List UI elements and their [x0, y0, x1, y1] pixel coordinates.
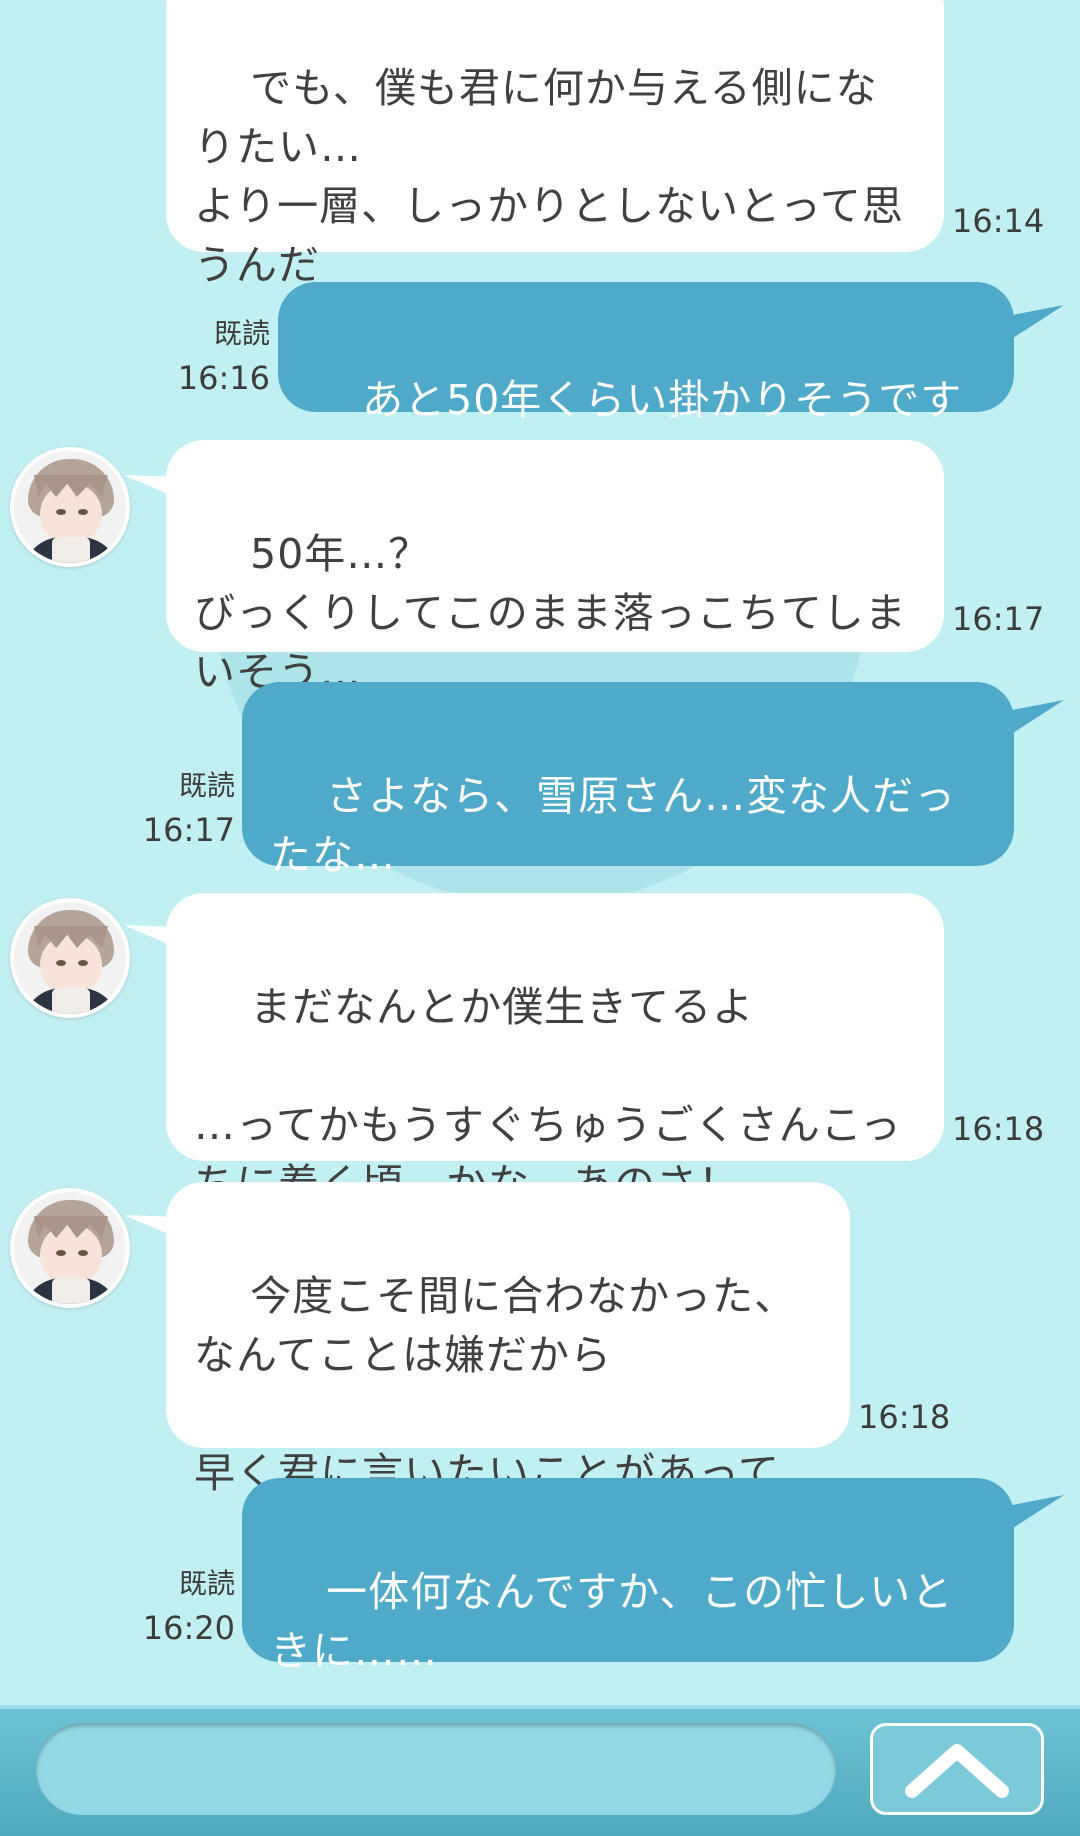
outgoing-message-bubble: さよなら、雪原さん…変な人だったな… [242, 682, 1014, 879]
message-time: 16:18 [952, 1110, 1045, 1148]
read-receipt: 既読 16:17 [135, 764, 235, 852]
message-input-bar [0, 1705, 1080, 1836]
chat-message-list[interactable]: でも、僕も君に何か与える側になりたい… より一層、しっかりとしないとって思うんだ… [0, 0, 1080, 1705]
message-input[interactable] [36, 1723, 836, 1815]
contact-avatar[interactable] [10, 447, 130, 567]
read-receipt: 既読 16:20 [135, 1562, 235, 1650]
message-time: 16:14 [952, 202, 1045, 240]
incoming-message-bubble: 50年…？ びっくりしてこのまま落っこちてしまいそう… [166, 440, 944, 696]
contact-avatar[interactable] [10, 898, 130, 1018]
message-text: 今度こそ間に合わなかった、 なんてことは嫌だから 早く君に言いたいことがあって [194, 1272, 797, 1497]
send-button[interactable] [870, 1723, 1044, 1815]
incoming-message-bubble: まだなんとか僕生きてるよ …ってかもうすぐちゅうごくさんこっちに着く頃、かな…あ… [166, 893, 944, 1208]
message-time: 16:18 [858, 1398, 951, 1436]
message-text: 一体何なんですか、この忙しいときに…… [270, 1568, 954, 1675]
message-time: 16:17 [952, 600, 1045, 638]
read-label: 既読 [178, 1567, 235, 1600]
message-text: まだなんとか僕生きてるよ …ってかもうすぐちゅうごくさんこっちに着く頃、かな…あ… [194, 983, 902, 1208]
incoming-message-bubble: 今度こそ間に合わなかった、 なんてことは嫌だから 早く君に言いたいことがあって [166, 1182, 850, 1497]
outgoing-message-bubble: 一体何なんですか、この忙しいときに…… [242, 1478, 1014, 1675]
message-time: 16:20 [142, 1609, 235, 1647]
read-label: 既読 [213, 317, 270, 350]
message-time: 16:16 [177, 359, 270, 397]
message-time: 16:17 [142, 811, 235, 849]
message-text: でも、僕も君に何か与える側になりたい… より一層、しっかりとしないとって思うんだ [194, 64, 904, 289]
outgoing-message-bubble: あと50年くらい掛かりそうですね [278, 282, 1014, 483]
contact-avatar[interactable] [10, 1188, 130, 1308]
chevron-up-icon [905, 1744, 1009, 1798]
message-text: さよなら、雪原さん…変な人だったな… [270, 772, 957, 879]
incoming-message-bubble: でも、僕も君に何か与える側になりたい… より一層、しっかりとしないとって思うんだ [166, 0, 944, 289]
read-label: 既読 [178, 769, 235, 802]
read-receipt: 既読 16:16 [170, 312, 270, 400]
